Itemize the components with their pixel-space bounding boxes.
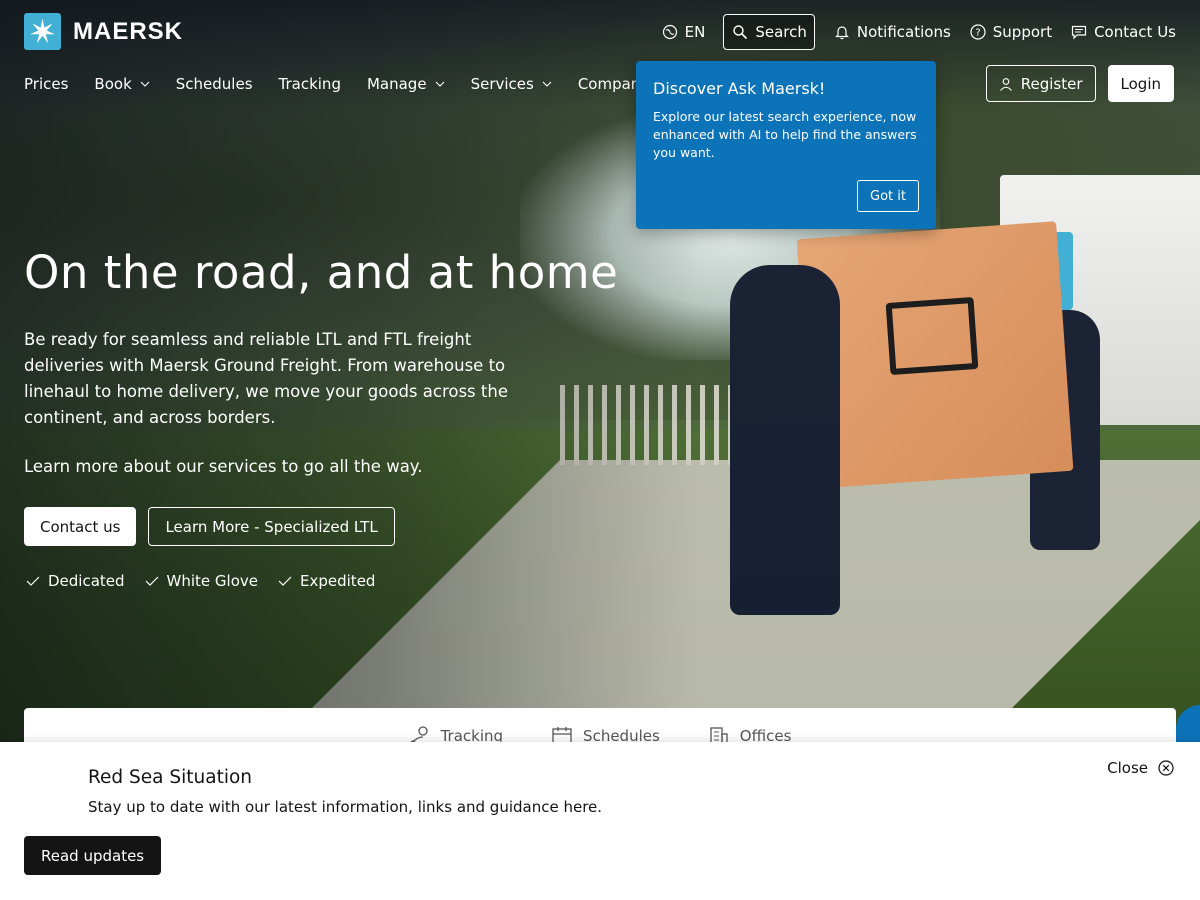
star-logo-icon xyxy=(24,13,61,50)
nav-label: Prices xyxy=(24,75,69,93)
banner-title: Red Sea Situation xyxy=(88,767,253,788)
nav-label: Tracking xyxy=(278,75,341,93)
feature-label: Dedicated xyxy=(48,572,125,590)
chat-icon xyxy=(1070,23,1088,41)
language-label: EN xyxy=(684,23,706,41)
nav-label: Manage xyxy=(366,75,427,93)
feature-label: White Glove xyxy=(166,572,259,590)
globe-icon xyxy=(661,23,679,41)
utility-nav: EN Search Notifications ? Support Contac… xyxy=(661,14,1176,50)
check-icon xyxy=(278,576,292,586)
red-sea-banner: Red Sea Situation Stay up to date with o… xyxy=(0,742,1200,900)
support-link[interactable]: ? Support xyxy=(969,14,1052,50)
svg-text:?: ? xyxy=(975,28,980,39)
nav-item-services[interactable]: Services xyxy=(471,73,552,95)
hero-description: Be ready for seamless and reliable LTL a… xyxy=(24,330,508,427)
ask-maersk-popover: Discover Ask Maersk! Explore our latest … xyxy=(636,61,936,229)
read-updates-button[interactable]: Read updates xyxy=(24,836,162,875)
hero-learn-more-text: Learn more about our services to go all … xyxy=(24,457,423,476)
support-label: Support xyxy=(992,23,1053,41)
nav-label: Services xyxy=(470,75,534,93)
feature-item: White Glove xyxy=(145,572,258,590)
nav-item-manage[interactable]: Manage xyxy=(367,73,445,95)
register-button[interactable]: Register xyxy=(985,65,1096,102)
nav-label: Book xyxy=(94,75,132,93)
search-label: Search xyxy=(755,23,807,41)
nav-item-tracking[interactable]: Tracking xyxy=(279,73,341,95)
feature-item: Expedited xyxy=(278,572,375,590)
login-button[interactable]: Login xyxy=(1107,65,1174,102)
contact-link[interactable]: Contact Us xyxy=(1070,14,1176,50)
chevron-down-icon xyxy=(435,81,444,87)
got-it-button[interactable]: Got it xyxy=(857,180,919,212)
auth-buttons: Register Login xyxy=(985,65,1174,102)
popover-body: Explore our latest search experience, no… xyxy=(653,109,917,160)
nav-item-book[interactable]: Book xyxy=(94,73,150,95)
contact-us-button[interactable]: Contact us xyxy=(24,507,137,546)
feature-label: Expedited xyxy=(300,572,376,590)
nav-item-schedules[interactable]: Schedules xyxy=(176,73,253,95)
notifications-link[interactable]: Notifications xyxy=(833,14,951,50)
language-selector[interactable]: EN xyxy=(661,14,706,50)
hero-person-left xyxy=(730,265,840,615)
nav-label: Schedules xyxy=(175,75,253,93)
close-label: Close xyxy=(1107,759,1148,777)
feature-item: Dedicated xyxy=(26,572,125,590)
help-circle-icon: ? xyxy=(969,23,987,41)
popover-title: Discover Ask Maersk! xyxy=(653,79,826,98)
banner-close-button[interactable]: Close xyxy=(1107,759,1174,777)
learn-more-button[interactable]: Learn More - Specialized LTL xyxy=(148,507,395,546)
notifications-label: Notifications xyxy=(856,23,951,41)
chevron-down-icon xyxy=(140,81,150,87)
main-nav: Prices Book Schedules Tracking Manage Se… xyxy=(24,73,649,95)
check-icon xyxy=(26,576,40,586)
close-icon xyxy=(1158,760,1174,776)
hero-title: On the road, and at home xyxy=(24,246,619,299)
chevron-down-icon xyxy=(542,81,552,87)
search-icon xyxy=(731,23,749,41)
register-label: Register xyxy=(1020,74,1083,93)
contact-label: Contact Us xyxy=(1094,23,1176,41)
check-icon xyxy=(145,576,158,586)
brand-name: MAERSK xyxy=(73,17,184,45)
user-icon xyxy=(999,77,1012,91)
feature-list: Dedicated White Glove Expedited xyxy=(26,572,375,590)
tv-icon xyxy=(885,297,979,375)
hero-cta-row: Contact us Learn More - Specialized LTL xyxy=(24,507,395,546)
bell-icon xyxy=(833,23,851,41)
login-label: Login xyxy=(1120,74,1161,93)
maersk-logo[interactable]: MAERSK xyxy=(24,13,183,50)
banner-text: Stay up to date with our latest informat… xyxy=(88,798,603,816)
nav-item-prices[interactable]: Prices xyxy=(24,73,68,95)
search-button[interactable]: Search xyxy=(723,14,815,50)
